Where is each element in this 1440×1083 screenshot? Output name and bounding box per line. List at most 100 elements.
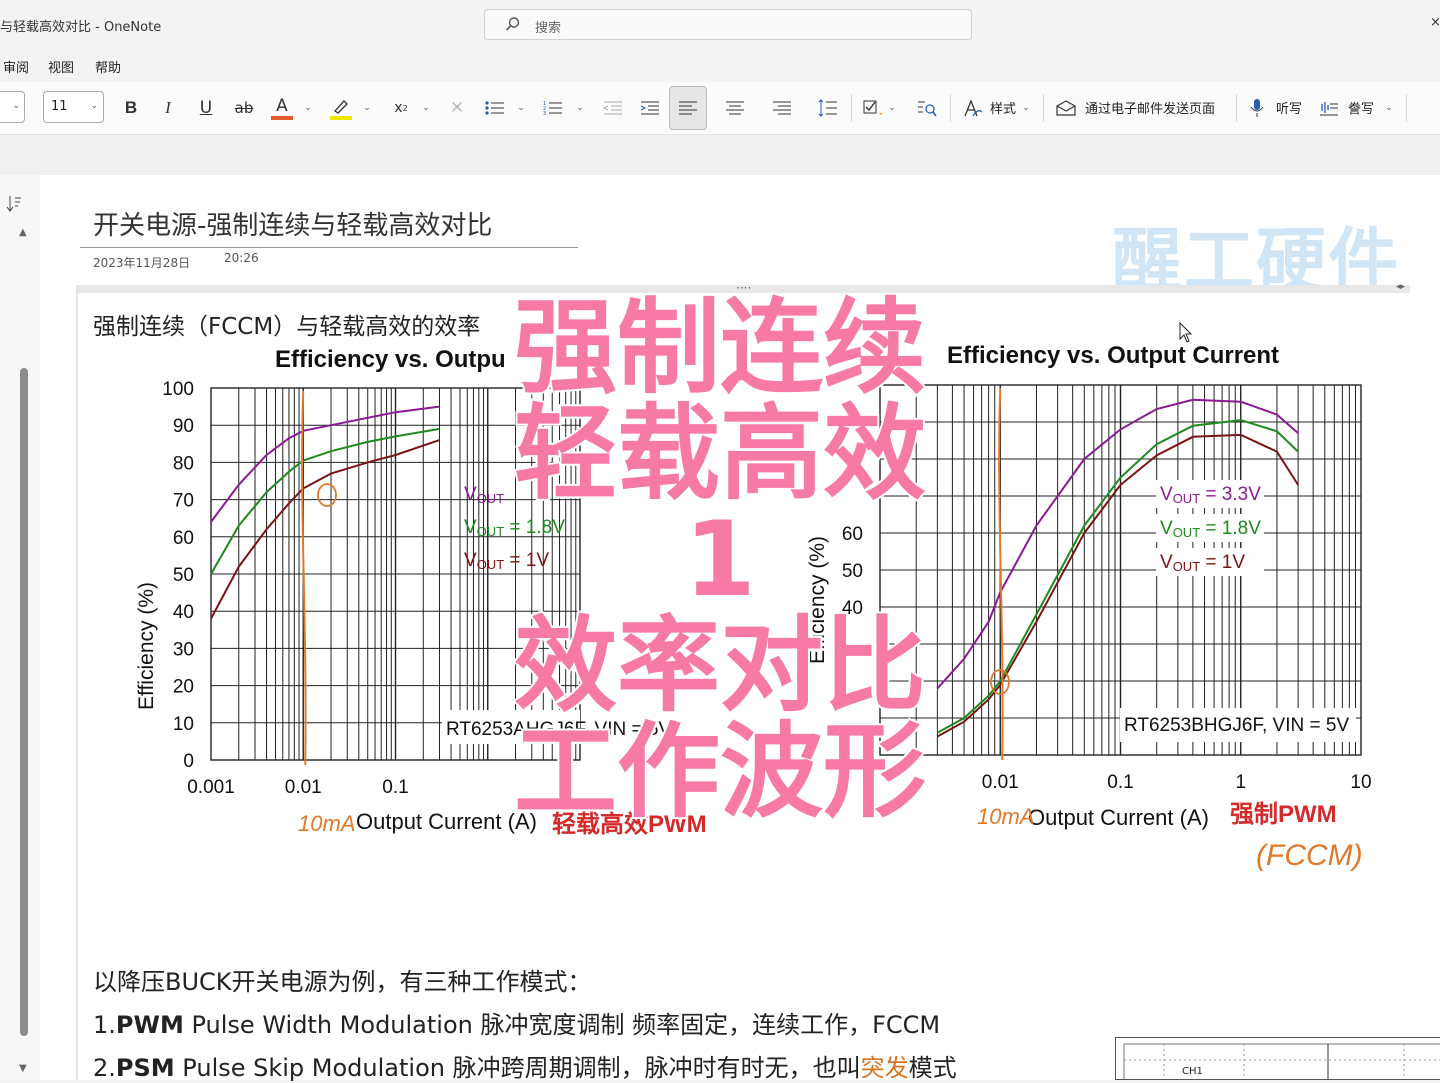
ribbon-gap xyxy=(0,135,1440,175)
tab-review[interactable]: 审阅 xyxy=(3,57,29,76)
decrease-indent-icon[interactable] xyxy=(602,96,624,120)
find-tags-icon[interactable] xyxy=(916,96,938,120)
increase-indent-icon[interactable] xyxy=(639,96,661,120)
bullets-icon[interactable] xyxy=(484,96,506,120)
page-date: 2023年11月28日 xyxy=(93,256,191,270)
dictate-label[interactable]: 听写 xyxy=(1276,98,1302,117)
strikethrough-button[interactable]: ab xyxy=(232,96,256,120)
clear-format-icon[interactable]: ✕ xyxy=(447,96,467,120)
list-number: 1. xyxy=(93,1011,116,1039)
subscript-label: x xyxy=(394,100,403,116)
chevron-down-icon[interactable]: ⌄ xyxy=(421,96,431,120)
title-bar: 与轻载高效对比 - OneNote 搜索 × xyxy=(0,0,1440,48)
x-tick-label: 10 xyxy=(1350,772,1371,793)
mode-label: 强制PWM xyxy=(1230,801,1337,828)
y-axis-label: Efficiency (%) xyxy=(135,582,158,710)
ribbon-separator xyxy=(1043,94,1044,122)
overlay-line: 轻载高效 xyxy=(512,394,928,514)
resize-handle-icon[interactable]: ◂▸ xyxy=(1396,282,1405,292)
italic-button[interactable]: I xyxy=(160,96,176,120)
body-text: 以降压BUCK开关电源为例，有三种工作模式： xyxy=(93,968,592,996)
highlight-button[interactable] xyxy=(330,96,352,120)
note-container-edge xyxy=(76,285,78,1080)
align-left-button[interactable] xyxy=(669,86,707,130)
line-spacing-icon[interactable] xyxy=(817,96,839,120)
microphone-icon[interactable] xyxy=(1248,96,1266,120)
ribbon-separator xyxy=(1406,94,1407,122)
y-tick-label: 90 xyxy=(173,416,194,437)
chevron-down-icon[interactable]: ⌄ xyxy=(1021,96,1031,120)
chevron-down-icon[interactable]: ⌄ xyxy=(575,96,585,120)
chevron-down-icon[interactable]: ⌄ xyxy=(516,96,526,120)
mode-note: (FCCM) xyxy=(1256,839,1363,872)
ribbon-separator xyxy=(851,94,852,122)
oscilloscope-thumbnail[interactable]: CH1 xyxy=(1115,1037,1440,1080)
scroll-up-icon[interactable]: ▲ xyxy=(19,227,27,238)
styles-label[interactable]: 样式 xyxy=(990,98,1016,117)
scroll-down-icon[interactable]: ▼ xyxy=(19,1063,27,1074)
y-tick-label: 100 xyxy=(162,379,194,400)
highlighter-icon xyxy=(334,100,348,114)
page-title[interactable]: 开关电源-强制连续与轻载高效对比 xyxy=(93,205,492,242)
font-color-button[interactable]: A xyxy=(271,96,293,120)
chevron-down-icon[interactable]: ⌄ xyxy=(887,96,897,120)
overlay-line: 效率对比 xyxy=(512,606,928,726)
ribbon-separator xyxy=(1236,94,1237,122)
underline-button[interactable]: U xyxy=(196,96,216,120)
x-axis-label: Output Current (A) xyxy=(1028,805,1209,830)
email-page-icon[interactable] xyxy=(1055,96,1077,120)
align-center-icon[interactable] xyxy=(724,96,746,120)
font-size-dropdown[interactable]: 11 ⌄ xyxy=(43,91,104,123)
chevron-down-icon: ⌄ xyxy=(12,101,20,111)
styles-icon[interactable] xyxy=(962,96,984,120)
align-right-icon[interactable] xyxy=(771,96,793,120)
font-size-value: 11 xyxy=(51,99,68,114)
handwritten-note: 10mA xyxy=(298,811,355,836)
close-window-button[interactable]: × xyxy=(1430,15,1440,30)
x-tick-label: 0.01 xyxy=(982,772,1019,793)
chevron-down-icon: ⌄ xyxy=(90,101,98,111)
bold-button[interactable]: B xyxy=(121,96,141,120)
svg-text:3: 3 xyxy=(543,111,546,116)
tab-help[interactable]: 帮助 xyxy=(95,57,121,76)
body-paragraph[interactable]: 2.PSM Pulse Skip Modulation 脉冲跨周期调制，脉冲时有… xyxy=(93,1048,957,1083)
numbering-icon[interactable]: 123 xyxy=(542,96,564,120)
chevron-down-icon[interactable]: ⌄ xyxy=(1384,96,1394,120)
oscilloscope-grid xyxy=(1123,1043,1440,1079)
window-title: 与轻载高效对比 - OneNote xyxy=(0,20,162,35)
body-text: Pulse Skip Modulation 脉冲跨周期调制，脉冲时有时无，也叫 xyxy=(174,1054,861,1082)
chevron-down-icon[interactable]: ⌄ xyxy=(303,96,313,120)
tag-checkbox-icon[interactable] xyxy=(862,96,884,120)
font-family-dropdown[interactable]: ⌄ xyxy=(0,91,25,123)
y-tick-label: 30 xyxy=(173,639,194,660)
page-time: 20:26 xyxy=(224,251,259,265)
chevron-down-icon[interactable]: ⌄ xyxy=(362,96,372,120)
list-number: 2. xyxy=(93,1054,116,1082)
x-tick-label: 1 xyxy=(1235,772,1246,793)
overlay-line: 1 xyxy=(682,500,758,620)
y-tick-label: 40 xyxy=(173,602,194,623)
title-underline xyxy=(80,247,578,248)
search-box[interactable]: 搜索 xyxy=(484,9,972,40)
y-tick-label: 0 xyxy=(183,751,194,772)
y-tick-label: 60 xyxy=(173,528,194,549)
subscript-button[interactable]: x2 xyxy=(392,96,410,120)
search-icon xyxy=(505,17,520,31)
sort-icon[interactable] xyxy=(6,195,22,213)
y-tick-label: 80 xyxy=(173,453,194,474)
ribbon-separator xyxy=(950,94,951,122)
transcribe-icon[interactable] xyxy=(1318,96,1340,120)
vertical-scrollbar-thumb[interactable] xyxy=(20,368,28,1036)
x-tick-label: 0.001 xyxy=(187,777,235,798)
mode-name: PWM xyxy=(115,1011,184,1039)
transcribe-label[interactable]: 誊写 xyxy=(1348,98,1374,117)
y-tick-label: 70 xyxy=(173,491,194,512)
body-paragraph[interactable]: 以降压BUCK开关电源为例，有三种工作模式： xyxy=(93,962,592,997)
body-text: Pulse Width Modulation 脉冲宽度调制 频率固定，连续工作，… xyxy=(183,1011,941,1039)
chart-title: Efficiency vs. Output Current xyxy=(947,342,1279,369)
body-paragraph[interactable]: 1.PWM Pulse Width Modulation 脉冲宽度调制 频率固定… xyxy=(93,1005,940,1040)
mouse-cursor-icon xyxy=(1179,322,1193,343)
search-placeholder: 搜索 xyxy=(535,21,562,36)
tab-view[interactable]: 视图 xyxy=(48,57,74,76)
email-page-label[interactable]: 通过电子邮件发送页面 xyxy=(1085,98,1215,117)
